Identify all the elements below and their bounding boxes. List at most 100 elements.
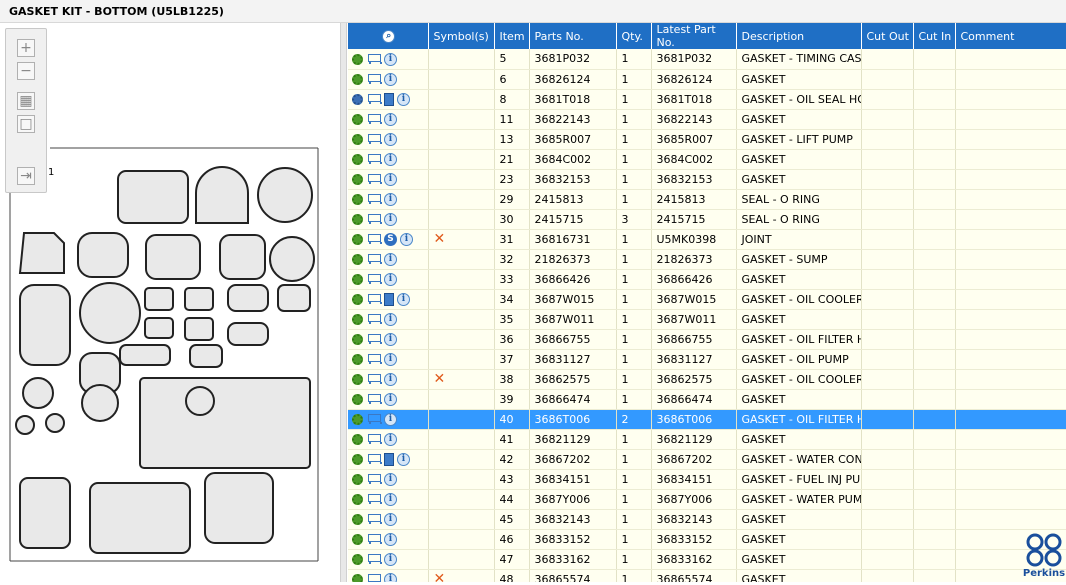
cut-in-cell[interactable] bbox=[913, 209, 956, 230]
table-row[interactable]: i ✕ 38 36862575 1 36862575 GASKET - OIL COOLER bbox=[348, 369, 1066, 390]
table-row[interactable]: i 11 36822143 1 36822143 GASKET bbox=[348, 109, 1066, 130]
col-comment[interactable]: Comment bbox=[955, 23, 1066, 49]
gear-icon[interactable] bbox=[352, 253, 363, 265]
cut-out-cell[interactable] bbox=[861, 229, 914, 250]
col-icons[interactable]: ⌕ bbox=[348, 23, 429, 49]
cut-in-cell[interactable] bbox=[913, 149, 956, 170]
table-row[interactable]: i ✕ 48 36865574 1 36865574 GASKET bbox=[348, 569, 1066, 582]
cart-icon[interactable] bbox=[366, 453, 382, 465]
cut-out-cell[interactable] bbox=[861, 529, 914, 550]
cut-in-cell[interactable] bbox=[913, 109, 956, 130]
comment-cell[interactable] bbox=[955, 209, 1066, 230]
gear-icon[interactable] bbox=[352, 493, 363, 505]
cut-out-cell[interactable] bbox=[861, 509, 914, 530]
info-icon[interactable]: i bbox=[384, 52, 397, 66]
comment-cell[interactable] bbox=[955, 489, 1066, 510]
cart-icon[interactable] bbox=[366, 473, 382, 485]
comment-cell[interactable] bbox=[955, 409, 1066, 430]
comment-cell[interactable] bbox=[955, 389, 1066, 410]
cart-icon[interactable] bbox=[366, 393, 382, 405]
table-row[interactable]: i 30 2415715 3 2415715 SEAL - O RING bbox=[348, 209, 1066, 230]
cart-icon[interactable] bbox=[366, 153, 382, 165]
gear-icon[interactable] bbox=[352, 293, 363, 305]
comment-cell[interactable] bbox=[955, 69, 1066, 90]
cart-icon[interactable] bbox=[366, 513, 382, 525]
cut-out-cell[interactable] bbox=[861, 109, 914, 130]
cut-out-cell[interactable] bbox=[861, 309, 914, 330]
comment-cell[interactable] bbox=[955, 289, 1066, 310]
comment-cell[interactable] bbox=[955, 329, 1066, 350]
cut-out-cell[interactable] bbox=[861, 469, 914, 490]
cart-icon[interactable] bbox=[366, 53, 382, 65]
cart-icon[interactable] bbox=[366, 253, 382, 265]
search-icon[interactable]: ⌕ bbox=[382, 29, 396, 43]
info-icon[interactable]: i bbox=[384, 472, 397, 486]
table-row[interactable]: i 35 3687W011 1 3687W011 GASKET bbox=[348, 309, 1066, 330]
cut-in-cell[interactable] bbox=[913, 469, 956, 490]
cut-out-cell[interactable] bbox=[861, 329, 914, 350]
cart-icon[interactable] bbox=[366, 353, 382, 365]
cut-in-cell[interactable] bbox=[913, 449, 956, 470]
cut-out-cell[interactable] bbox=[861, 269, 914, 290]
comment-cell[interactable] bbox=[955, 89, 1066, 110]
table-row[interactable]: i 44 3687Y006 1 3687Y006 GASKET - WATER PUMP bbox=[348, 489, 1066, 510]
cut-in-cell[interactable] bbox=[913, 529, 956, 550]
cart-icon[interactable] bbox=[366, 273, 382, 285]
gear-icon[interactable] bbox=[352, 353, 363, 365]
cart-icon[interactable] bbox=[366, 573, 381, 582]
table-row[interactable]: Si ✕ 31 36816731 1 U5MK0398 JOINT bbox=[348, 229, 1066, 250]
pane-splitter[interactable] bbox=[340, 23, 347, 582]
cart-icon[interactable] bbox=[366, 433, 382, 445]
cut-in-cell[interactable] bbox=[913, 429, 956, 450]
comment-cell[interactable] bbox=[955, 129, 1066, 150]
gear-icon[interactable] bbox=[352, 373, 363, 385]
info-icon[interactable]: i bbox=[384, 352, 397, 366]
table-row[interactable]: i 6 36826124 1 36826124 GASKET bbox=[348, 69, 1066, 90]
gear-icon[interactable] bbox=[352, 573, 363, 582]
table-row[interactable]: i 45 36832143 1 36832143 GASKET bbox=[348, 509, 1066, 530]
info-icon[interactable]: i bbox=[384, 532, 397, 546]
gear-icon[interactable] bbox=[352, 193, 363, 205]
info-icon[interactable]: i bbox=[384, 572, 397, 582]
gear-icon[interactable] bbox=[352, 453, 363, 465]
gear-icon[interactable] bbox=[352, 113, 363, 125]
info-icon[interactable]: i bbox=[384, 512, 397, 526]
col-cut-out[interactable]: Cut Out bbox=[861, 23, 914, 49]
table-row[interactable]: i 29 2415813 1 2415813 SEAL - O RING bbox=[348, 189, 1066, 210]
cut-out-cell[interactable] bbox=[861, 369, 914, 390]
table-row[interactable]: i 21 3684C002 1 3684C002 GASKET bbox=[348, 149, 1066, 170]
gear-icon[interactable] bbox=[352, 533, 363, 545]
table-row[interactable]: i 39 36866474 1 36866474 GASKET bbox=[348, 389, 1066, 410]
cut-in-cell[interactable] bbox=[913, 69, 956, 90]
gear-icon[interactable] bbox=[352, 313, 363, 325]
table-row[interactable]: i 8 3681T018 1 3681T018 GASKET - OIL SEAL HOU bbox=[348, 89, 1066, 110]
cut-in-cell[interactable] bbox=[913, 169, 956, 190]
comment-cell[interactable] bbox=[955, 309, 1066, 330]
cut-in-cell[interactable] bbox=[913, 309, 956, 330]
info-icon[interactable]: i bbox=[397, 92, 410, 106]
info-icon[interactable]: i bbox=[384, 312, 397, 326]
comment-cell[interactable] bbox=[955, 169, 1066, 190]
cut-in-cell[interactable] bbox=[913, 489, 956, 510]
cart-icon[interactable] bbox=[366, 313, 382, 325]
table-row[interactable]: i 32 21826373 1 21826373 GASKET - SUMP bbox=[348, 249, 1066, 270]
gear-icon[interactable] bbox=[352, 433, 363, 445]
comment-cell[interactable] bbox=[955, 429, 1066, 450]
info-icon[interactable]: i bbox=[384, 252, 397, 266]
book-icon[interactable] bbox=[384, 92, 394, 106]
gear-icon[interactable] bbox=[352, 173, 363, 185]
table-row[interactable]: i 13 3685R007 1 3685R007 GASKET - LIFT PUMP bbox=[348, 129, 1066, 150]
cart-icon[interactable] bbox=[366, 133, 382, 145]
comment-cell[interactable] bbox=[955, 509, 1066, 530]
supersession-icon[interactable]: S bbox=[384, 232, 397, 246]
diagram-pane[interactable]: 1 + − ▦ □ ⇥ bbox=[0, 23, 340, 582]
gear-icon[interactable] bbox=[352, 393, 363, 405]
cut-in-cell[interactable] bbox=[913, 369, 956, 390]
info-icon[interactable]: i bbox=[384, 392, 397, 406]
info-icon[interactable]: i bbox=[384, 192, 397, 206]
zoom-out-icon[interactable]: − bbox=[17, 62, 35, 80]
comment-cell[interactable] bbox=[955, 369, 1066, 390]
cart-icon[interactable] bbox=[366, 553, 382, 565]
cut-in-cell[interactable] bbox=[913, 389, 956, 410]
cut-out-cell[interactable] bbox=[861, 549, 914, 570]
